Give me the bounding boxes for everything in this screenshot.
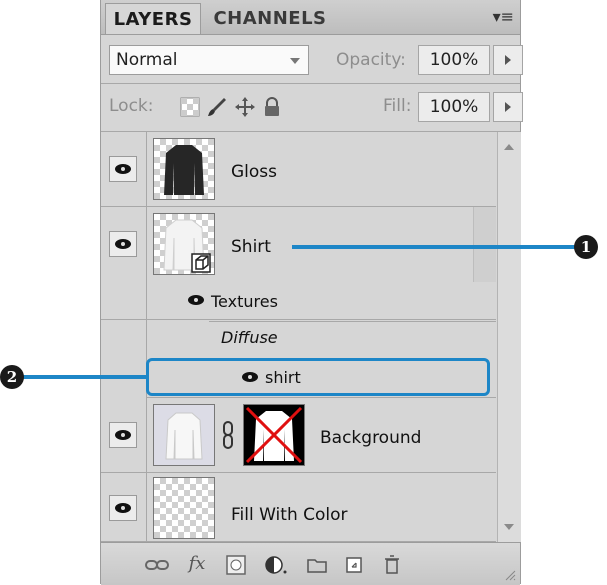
callout-line-2 bbox=[22, 375, 148, 379]
opacity-label: Opacity: bbox=[336, 50, 406, 70]
callout-badge-1: 1 bbox=[574, 235, 598, 259]
lock-pixels-brush-icon[interactable] bbox=[206, 96, 228, 118]
visibility-toggle[interactable] bbox=[109, 156, 137, 182]
lock-position-move-icon[interactable] bbox=[234, 96, 256, 118]
divider bbox=[101, 83, 520, 84]
blend-mode-value: Normal bbox=[116, 50, 178, 70]
divider bbox=[209, 321, 496, 322]
eye-icon bbox=[115, 430, 131, 440]
eye-icon bbox=[115, 239, 131, 249]
scroll-up-icon[interactable] bbox=[504, 144, 514, 150]
adjustment-layer-icon[interactable] bbox=[263, 553, 289, 577]
layers-list: Gloss Shirt Textures Diffuse shirt Backg… bbox=[101, 132, 496, 542]
layer-thumbnail bbox=[153, 138, 215, 200]
link-layers-icon[interactable] bbox=[144, 553, 170, 577]
layer-row-background[interactable]: Background bbox=[101, 398, 496, 473]
visibility-toggle[interactable] bbox=[109, 495, 137, 521]
fx-icon[interactable]: fx bbox=[184, 553, 210, 577]
blend-mode-select[interactable]: Normal bbox=[109, 45, 309, 75]
tab-layers[interactable]: LAYERS bbox=[105, 3, 201, 34]
layer-row-gloss[interactable]: Gloss bbox=[101, 132, 496, 207]
chevron-down-icon bbox=[290, 58, 300, 64]
opacity-arrow-button[interactable] bbox=[493, 45, 523, 75]
visibility-toggle[interactable] bbox=[109, 231, 137, 257]
callout-line-1 bbox=[292, 245, 584, 249]
jacket-thumbnail-icon bbox=[164, 145, 204, 195]
eye-icon bbox=[115, 503, 131, 513]
opacity-field[interactable]: 100% bbox=[418, 45, 490, 75]
lock-transparent-icon[interactable] bbox=[179, 96, 201, 118]
fill-label: Fill: bbox=[383, 96, 412, 116]
layer-thumbnail bbox=[153, 477, 215, 539]
layer-row-shirt[interactable]: Shirt Textures bbox=[101, 207, 496, 320]
trash-icon[interactable] bbox=[379, 553, 405, 577]
layer-mask-thumbnail[interactable] bbox=[243, 404, 305, 466]
shirt-thumbnail-icon bbox=[163, 219, 211, 273]
folder-icon[interactable] bbox=[304, 553, 330, 577]
shirt-thumbnail-icon bbox=[154, 405, 214, 465]
scroll-down-icon[interactable] bbox=[504, 524, 514, 530]
lock-label: Lock: bbox=[109, 96, 154, 116]
tab-bar: LAYERS CHANNELS ▾≡ bbox=[101, 0, 520, 35]
layer-thumbnail bbox=[153, 404, 215, 466]
mask-thumbnail-icon bbox=[244, 405, 304, 465]
visibility-toggle[interactable] bbox=[109, 422, 137, 448]
layer-name[interactable]: Background bbox=[320, 428, 421, 448]
fill-field[interactable]: 100% bbox=[418, 92, 490, 122]
layer-name[interactable]: Gloss bbox=[231, 162, 277, 182]
eye-icon bbox=[115, 164, 131, 174]
fill-arrow-button[interactable] bbox=[493, 92, 523, 122]
lock-all-icon[interactable] bbox=[261, 96, 283, 118]
callout-highlight-box bbox=[146, 358, 490, 396]
scrollbar[interactable] bbox=[497, 132, 521, 542]
layer-thumbnail bbox=[153, 213, 215, 275]
diffuse-label: Diffuse bbox=[221, 328, 278, 347]
layer-name[interactable]: Fill With Color bbox=[231, 505, 348, 525]
callout-badge-2: 2 bbox=[0, 365, 24, 389]
tab-channels[interactable]: CHANNELS bbox=[205, 3, 335, 34]
layer-row-fill-with-color[interactable]: Fill With Color bbox=[101, 473, 496, 542]
new-layer-icon[interactable] bbox=[341, 553, 367, 577]
panel-menu-icon[interactable]: ▾≡ bbox=[493, 7, 514, 26]
eye-icon[interactable] bbox=[185, 293, 207, 307]
bottom-toolbar: fx bbox=[101, 542, 520, 585]
layer-name[interactable]: Shirt bbox=[231, 237, 271, 257]
layers-panel: LAYERS CHANNELS ▾≡ Normal Opacity: 100% … bbox=[100, 0, 523, 585]
textures-label[interactable]: Textures bbox=[211, 292, 278, 311]
link-icon[interactable] bbox=[221, 420, 235, 450]
add-mask-icon[interactable] bbox=[223, 553, 249, 577]
resize-grip-icon[interactable] bbox=[504, 569, 516, 581]
